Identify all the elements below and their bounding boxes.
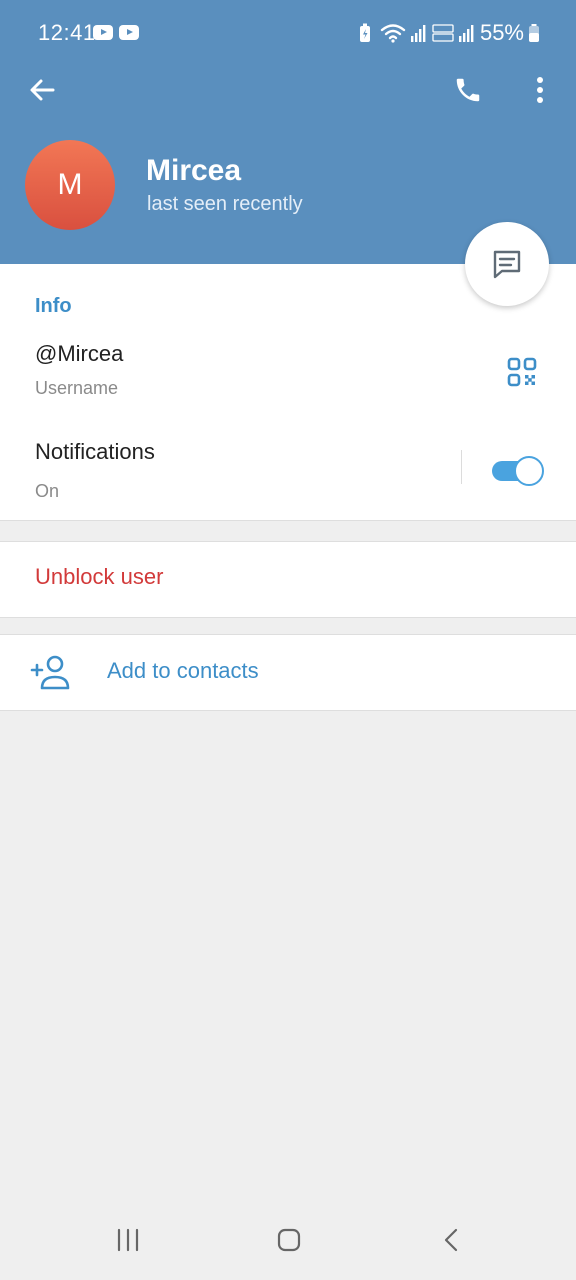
avatar-letter: M — [57, 168, 83, 201]
toggle-knob — [514, 456, 544, 486]
back-button[interactable] — [22, 70, 62, 110]
arrow-left-icon — [30, 79, 55, 101]
qr-code-button[interactable] — [502, 352, 542, 392]
more-vertical-icon — [537, 77, 543, 103]
back-icon — [444, 1228, 458, 1252]
last-seen-status: last seen recently — [147, 193, 303, 215]
username-value: @Mircea — [35, 341, 124, 366]
phone-icon — [456, 78, 480, 102]
youtube-icon — [119, 25, 139, 40]
divider — [0, 520, 576, 521]
username-label: Username — [35, 378, 119, 398]
more-options-button[interactable] — [520, 70, 560, 110]
profile-name: Mircea — [146, 154, 242, 187]
notifications-row[interactable]: Notifications On — [0, 434, 576, 512]
volte-lte2-icon — [432, 23, 454, 43]
message-icon — [493, 250, 521, 279]
divider — [0, 617, 576, 618]
add-to-contacts-button[interactable]: Add to contacts — [0, 635, 576, 710]
notifications-toggle[interactable] — [492, 456, 544, 486]
recent-apps-button[interactable] — [108, 1220, 148, 1260]
battery-percent: 55% — [479, 20, 524, 45]
notifications-value: On — [35, 481, 60, 501]
call-button[interactable] — [448, 70, 488, 110]
send-message-button[interactable] — [465, 222, 549, 306]
home-button[interactable] — [269, 1220, 309, 1260]
nav-back-button[interactable] — [432, 1220, 472, 1260]
username-row[interactable]: @Mircea Username — [0, 336, 576, 406]
status-bar: 12:41 55% — [0, 0, 576, 64]
notifications-label: Notifications — [35, 439, 155, 464]
divider — [0, 710, 576, 711]
home-icon — [277, 1228, 301, 1252]
youtube-icon — [93, 25, 113, 40]
unblock-user-button[interactable]: Unblock user — [0, 542, 576, 617]
unblock-user-label: Unblock user — [35, 564, 164, 589]
battery-saver-icon — [358, 22, 372, 44]
battery-icon — [528, 23, 540, 43]
status-time: 12:41 — [38, 20, 96, 45]
signal-icon — [410, 23, 426, 43]
info-section-title: Info — [35, 295, 72, 317]
status-icons: 55% — [358, 20, 540, 46]
add-to-contacts-label: Add to contacts — [107, 658, 259, 683]
notifications-separator — [461, 450, 462, 484]
recent-apps-icon — [117, 1228, 139, 1252]
system-navigation-bar — [0, 1206, 576, 1280]
qr-code-icon — [507, 357, 537, 387]
signal-icon — [458, 23, 474, 43]
avatar[interactable]: M — [25, 140, 115, 230]
wifi-icon — [380, 23, 406, 43]
add-person-icon — [30, 655, 70, 690]
